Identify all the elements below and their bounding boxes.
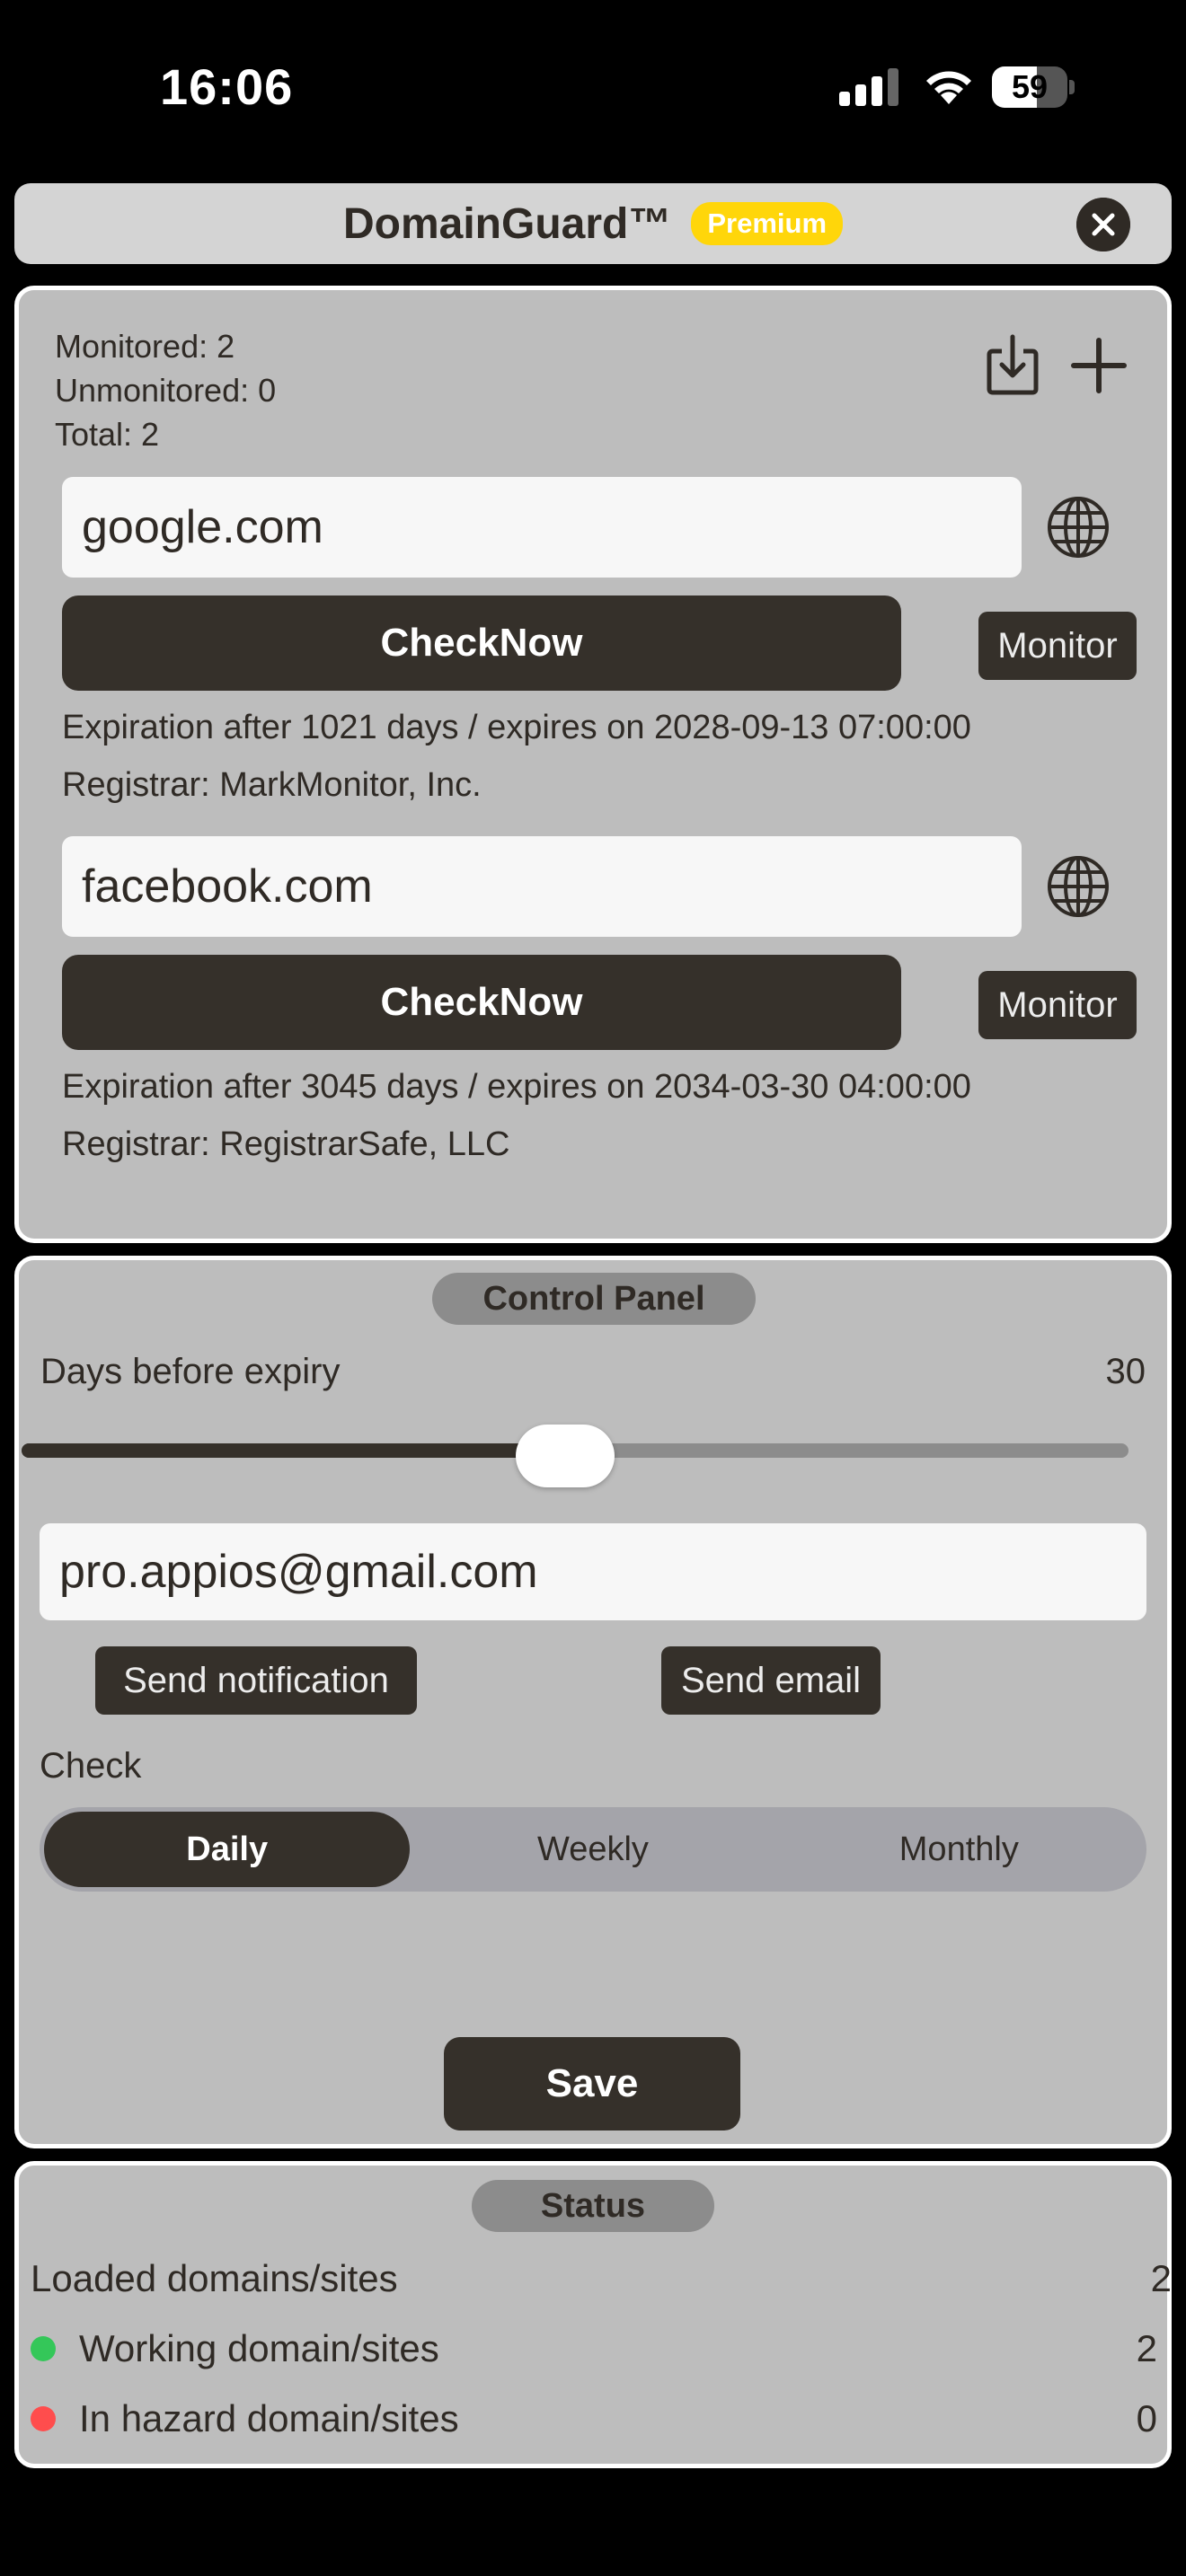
monitor-button-facebook[interactable]: Monitor: [978, 971, 1137, 1039]
status-title: Status: [472, 2180, 714, 2232]
globe-icon[interactable]: [1046, 854, 1111, 919]
total-count: Total: 2: [55, 416, 160, 453]
hazard-label: In hazard domain/sites: [79, 2397, 459, 2439]
days-slider-fill: [22, 1443, 575, 1458]
premium-badge: Premium: [691, 202, 844, 245]
expiration-info-google: Expiration after 1021 days / expires on …: [62, 709, 971, 746]
import-icon[interactable]: [984, 333, 1041, 396]
days-before-expiry-value: 30: [1105, 1352, 1146, 1391]
status-row-loaded: Loaded domains/sites 2: [31, 2252, 1172, 2306]
working-value: 2: [1136, 2327, 1157, 2369]
email-input[interactable]: pro.appios@gmail.com: [40, 1523, 1146, 1620]
control-panel-title: Control Panel: [432, 1273, 756, 1325]
status-row-working: Working domain/sites 2: [16, 2322, 1157, 2376]
segment-daily[interactable]: Daily: [44, 1812, 411, 1887]
check-now-button-facebook[interactable]: CheckNow: [62, 955, 901, 1050]
check-now-button-google[interactable]: CheckNow: [62, 595, 901, 691]
loaded-value: 2: [1150, 2257, 1172, 2299]
cellular-signal-icon: [839, 68, 898, 106]
expiration-info-facebook: Expiration after 3045 days / expires on …: [62, 1068, 971, 1106]
loaded-label: Loaded domains/sites: [31, 2257, 398, 2299]
days-slider-thumb[interactable]: [516, 1425, 615, 1487]
battery-icon: 59: [992, 66, 1075, 108]
status-row-hazard: In hazard domain/sites 0: [16, 2392, 1157, 2446]
battery-level: 59: [1011, 68, 1049, 105]
domain-input-google[interactable]: google.com: [62, 477, 1022, 578]
app-title: DomainGuard™: [342, 199, 672, 248]
title-bar: DomainGuard™ Premium: [14, 183, 1172, 264]
segment-monthly[interactable]: Monthly: [776, 1812, 1142, 1887]
status-time: 16:06: [160, 58, 294, 115]
monitor-button-google[interactable]: Monitor: [978, 612, 1137, 680]
add-domain-button[interactable]: [1070, 337, 1128, 394]
monitored-count: Monitored: 2: [55, 328, 235, 365]
domain-input-facebook[interactable]: facebook.com: [62, 836, 1022, 937]
status-panel: Status Loaded domains/sites 2 Working do…: [14, 2161, 1172, 2468]
days-before-expiry-label: Days before expiry: [40, 1352, 341, 1391]
wifi-icon: [926, 71, 971, 104]
send-email-button[interactable]: Send email: [661, 1646, 881, 1715]
send-notification-button[interactable]: Send notification: [95, 1646, 417, 1715]
registrar-info-google: Registrar: MarkMonitor, Inc.: [62, 766, 482, 804]
domain-counts: Monitored: 2 Unmonitored: 0 Total: 2: [55, 324, 276, 456]
unmonitored-count: Unmonitored: 0: [55, 372, 277, 409]
save-button[interactable]: Save: [444, 2037, 740, 2130]
working-label: Working domain/sites: [79, 2327, 439, 2369]
domains-panel: Monitored: 2 Unmonitored: 0 Total: 2 goo…: [14, 286, 1172, 1243]
registrar-info-facebook: Registrar: RegistrarSafe, LLC: [62, 1125, 510, 1163]
hazard-status-dot: [31, 2406, 56, 2431]
check-frequency-segmented-control[interactable]: Daily Weekly Monthly: [40, 1807, 1146, 1892]
segment-weekly[interactable]: Weekly: [410, 1812, 775, 1887]
globe-icon[interactable]: [1046, 495, 1111, 560]
hazard-value: 0: [1136, 2397, 1157, 2439]
close-button[interactable]: [1076, 198, 1130, 251]
working-status-dot: [31, 2336, 56, 2361]
check-frequency-label: Check: [40, 1746, 142, 1786]
